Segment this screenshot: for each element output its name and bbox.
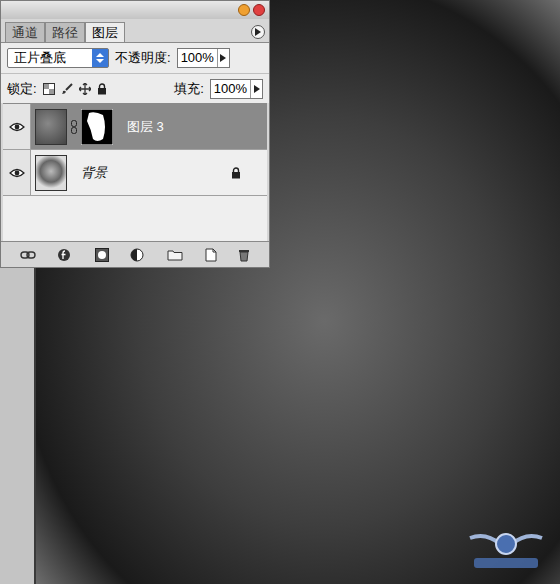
chain-icon[interactable] bbox=[71, 120, 77, 134]
fill-label: 填充: bbox=[174, 79, 204, 99]
opacity-label: 不透明度: bbox=[115, 48, 171, 68]
trash-icon[interactable] bbox=[238, 248, 250, 262]
visibility-toggle[interactable] bbox=[3, 104, 31, 149]
layer-list: 图层 3 背景 bbox=[3, 103, 267, 241]
layer-style-icon[interactable] bbox=[57, 248, 73, 262]
layers-panel: 通道路径图层正片叠底不透明度: 100% 锁定: 填充: 100% 图层 3 背景 bbox=[0, 0, 270, 268]
panel-tab[interactable]: 图层 bbox=[85, 22, 125, 43]
folder-icon[interactable] bbox=[167, 249, 183, 261]
layer-thumbnail bbox=[35, 109, 67, 145]
link-icon[interactable] bbox=[20, 250, 36, 260]
arrow-icon bbox=[255, 28, 261, 36]
eye-icon[interactable] bbox=[9, 121, 25, 133]
lock-all-icon[interactable] bbox=[97, 83, 107, 95]
arrow-icon bbox=[254, 85, 260, 93]
panel-tab[interactable]: 通道 bbox=[5, 22, 45, 43]
blend-mode-select[interactable]: 正片叠底 bbox=[7, 48, 109, 68]
fill-field[interactable]: 100% bbox=[210, 79, 263, 99]
brush-icon[interactable] bbox=[61, 83, 73, 95]
panel-toolbar bbox=[1, 241, 269, 267]
add-mask-icon[interactable] bbox=[95, 248, 109, 262]
new-layer-icon[interactable] bbox=[205, 248, 217, 262]
dropdown-icon[interactable] bbox=[92, 49, 108, 67]
minimize-button[interactable] bbox=[238, 4, 250, 16]
layer-name[interactable]: 图层 3 bbox=[127, 117, 164, 137]
layer-row[interactable]: 背景 bbox=[3, 150, 267, 196]
tab-bar: 通道路径图层 bbox=[1, 19, 269, 43]
close-button[interactable] bbox=[253, 4, 265, 16]
lock-transparent-icon[interactable] bbox=[43, 83, 55, 95]
layer-row[interactable]: 图层 3 bbox=[3, 104, 267, 150]
panel-menu-button[interactable] bbox=[251, 25, 265, 39]
eye-icon[interactable] bbox=[9, 167, 25, 179]
layer-thumbnail bbox=[35, 155, 67, 191]
panel-tab[interactable]: 路径 bbox=[45, 22, 85, 43]
opacity-field[interactable]: 100% bbox=[177, 48, 230, 68]
layer-name[interactable]: 背景 bbox=[81, 163, 107, 183]
lock-icon bbox=[231, 167, 241, 179]
arrow-icon bbox=[220, 54, 226, 62]
visibility-toggle[interactable] bbox=[3, 150, 31, 195]
mask-thumbnail bbox=[81, 109, 113, 145]
watermark-logo-icon bbox=[466, 518, 546, 574]
lock-label: 锁定: bbox=[7, 79, 37, 99]
adjustment-layer-icon[interactable] bbox=[130, 248, 146, 262]
panel-title-bar[interactable] bbox=[1, 1, 269, 19]
move-icon[interactable] bbox=[79, 83, 91, 95]
